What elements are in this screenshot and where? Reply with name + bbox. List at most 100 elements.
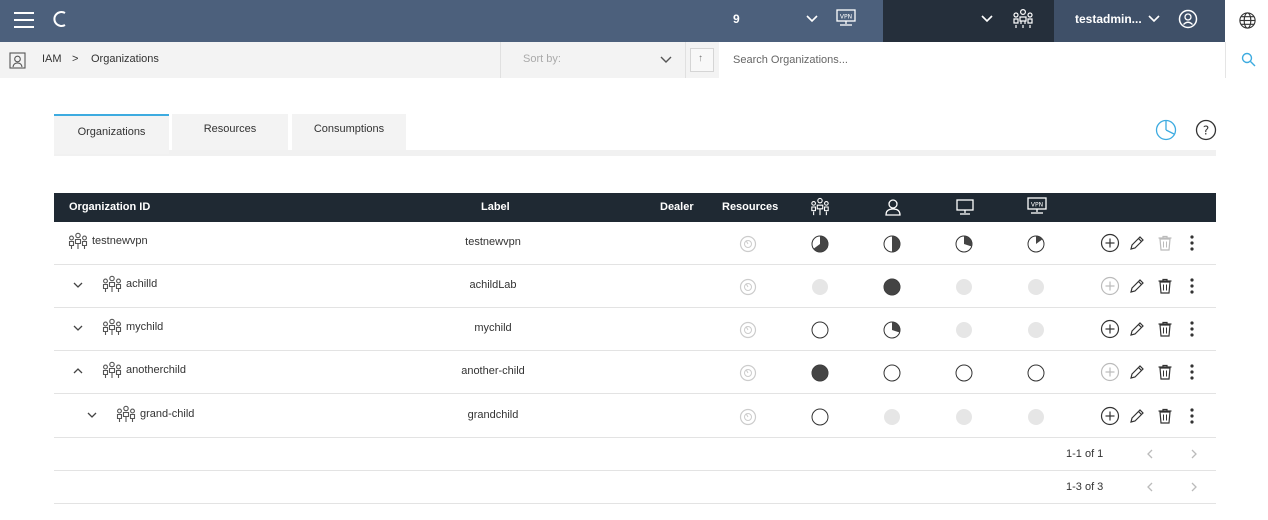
header-dealer[interactable]: Dealer — [660, 201, 694, 213]
organization-label: another-child — [461, 365, 525, 377]
vpn-icon[interactable]: VPN — [836, 9, 856, 27]
svg-text:VPN: VPN — [1031, 202, 1043, 209]
add-icon[interactable] — [1100, 319, 1120, 339]
vpn-usage-indicator — [1027, 364, 1045, 382]
organization-icon[interactable] — [1012, 8, 1034, 30]
edit-icon[interactable] — [1127, 276, 1147, 296]
user-usage-indicator — [883, 321, 901, 339]
org-usage-indicator — [811, 408, 829, 426]
chevron-left-icon[interactable] — [1144, 448, 1156, 460]
user-avatar-icon[interactable] — [1178, 9, 1198, 29]
chevron-down-icon[interactable] — [72, 322, 84, 334]
table-header: Organization ID Label Dealer Resources V… — [54, 193, 1216, 222]
organization-id[interactable]: anotherchild — [126, 364, 186, 376]
help-icon[interactable]: ? — [1195, 119, 1217, 141]
organization-id[interactable]: grand-child — [140, 408, 194, 420]
tab-organizations[interactable]: Organizations — [54, 114, 169, 154]
chevron-down-icon[interactable] — [1147, 12, 1161, 26]
sort-direction-button[interactable]: ↑ — [690, 48, 714, 72]
desktop-usage-indicator — [956, 409, 972, 425]
resources-gauge-icon[interactable] — [739, 278, 757, 296]
search-icon — [1241, 52, 1256, 67]
vpn-usage-indicator — [1028, 409, 1044, 425]
organizations-column-icon — [811, 197, 829, 216]
user-usage-indicator — [884, 409, 900, 425]
search-button[interactable] — [1225, 42, 1268, 78]
username[interactable]: testadmin... — [1075, 12, 1142, 26]
more-vertical-icon[interactable] — [1182, 233, 1202, 253]
chevron-right-icon[interactable] — [1188, 448, 1200, 460]
resources-gauge-icon[interactable] — [739, 364, 757, 382]
search-input[interactable] — [719, 42, 1225, 78]
header-resources[interactable]: Resources — [722, 201, 778, 213]
more-vertical-icon[interactable] — [1182, 276, 1202, 296]
add-icon[interactable] — [1100, 362, 1120, 382]
trash-icon[interactable] — [1155, 406, 1175, 426]
organization-icon — [102, 361, 122, 378]
table-row[interactable]: grand-child grandchild — [54, 395, 1216, 438]
top-bar: 9 VPN testadmin... — [0, 0, 1268, 42]
trash-icon[interactable] — [1155, 319, 1175, 339]
chevron-down-icon — [660, 56, 672, 63]
add-icon[interactable] — [1100, 406, 1120, 426]
tab-resources[interactable]: Resources — [172, 114, 288, 150]
organization-label: achildLab — [469, 279, 517, 291]
chevron-down-icon[interactable] — [805, 12, 819, 26]
loading-icon — [53, 11, 66, 27]
more-vertical-icon[interactable] — [1182, 319, 1202, 339]
resources-gauge-icon[interactable] — [739, 321, 757, 339]
table-row[interactable]: achilld achildLab — [54, 265, 1216, 308]
edit-icon[interactable] — [1127, 362, 1147, 382]
svg-text:VPN: VPN — [840, 14, 852, 21]
resources-gauge-icon[interactable] — [739, 235, 757, 253]
child-pager: 1-1 of 1 — [54, 438, 1216, 471]
chevron-up-icon[interactable] — [72, 365, 84, 377]
organization-id[interactable]: mychild — [126, 321, 163, 333]
breadcrumb-root[interactable]: IAM — [42, 53, 62, 65]
chevron-right-icon[interactable] — [1188, 481, 1200, 493]
org-usage-indicator — [811, 235, 829, 253]
chevron-left-icon[interactable] — [1144, 481, 1156, 493]
add-icon[interactable] — [1100, 276, 1120, 296]
table-row[interactable]: testnewvpn testnewvpn — [54, 222, 1216, 265]
sort-direction-icon: ↑ — [698, 53, 703, 64]
desktop-usage-indicator — [955, 235, 973, 253]
table-row[interactable]: mychild mychild — [54, 308, 1216, 351]
user-usage-indicator — [883, 278, 901, 296]
trash-icon[interactable] — [1155, 233, 1175, 253]
desktops-column-icon — [956, 199, 974, 215]
organization-label: mychild — [474, 322, 512, 334]
organization-id[interactable]: testnewvpn — [92, 235, 148, 247]
edit-icon[interactable] — [1127, 406, 1147, 426]
desktop-usage-indicator — [956, 322, 972, 338]
header-label[interactable]: Label — [481, 201, 510, 213]
more-vertical-icon[interactable] — [1182, 406, 1202, 426]
trash-icon[interactable] — [1155, 276, 1175, 296]
edit-icon[interactable] — [1127, 233, 1147, 253]
sort-label: Sort by: — [523, 53, 561, 65]
pie-chart-icon[interactable] — [1155, 119, 1177, 141]
user-frame-icon[interactable] — [9, 52, 26, 69]
edit-icon[interactable] — [1127, 319, 1147, 339]
resources-gauge-icon[interactable] — [739, 408, 757, 426]
tab-consumptions[interactable]: Consumptions — [292, 114, 406, 150]
vpn-column-icon: VPN — [1027, 197, 1047, 214]
trash-icon[interactable] — [1155, 362, 1175, 382]
sort-dropdown[interactable]: Sort by: — [500, 42, 686, 78]
chevron-down-icon[interactable] — [72, 279, 84, 291]
organization-icon — [102, 275, 122, 292]
more-vertical-icon[interactable] — [1182, 362, 1202, 382]
vpn-usage-indicator — [1028, 279, 1044, 295]
menu-icon[interactable] — [14, 10, 36, 30]
header-organization-id[interactable]: Organization ID — [69, 201, 150, 213]
organization-icon — [68, 232, 88, 249]
tab-bar: Organizations Resources Consumptions — [54, 114, 1216, 156]
chevron-down-icon[interactable] — [980, 12, 994, 26]
add-icon[interactable] — [1100, 233, 1120, 253]
chevron-down-icon[interactable] — [86, 409, 98, 421]
globe-icon[interactable] — [1238, 11, 1257, 30]
organization-id[interactable]: achilld — [126, 278, 157, 290]
org-usage-indicator — [812, 279, 828, 295]
table-row[interactable]: anotherchild another-child — [54, 351, 1216, 394]
organization-label: grandchild — [467, 409, 519, 421]
